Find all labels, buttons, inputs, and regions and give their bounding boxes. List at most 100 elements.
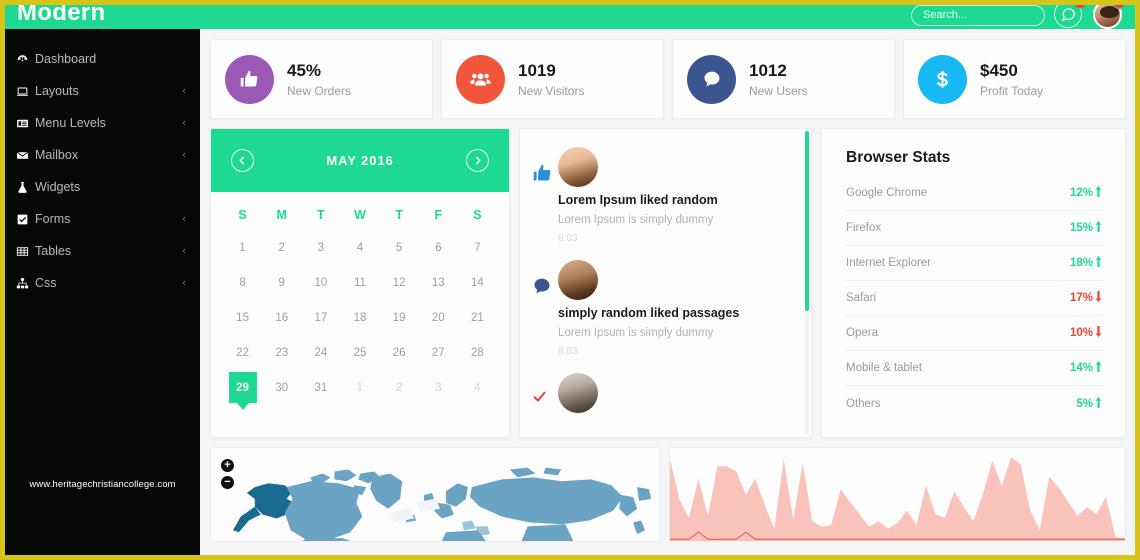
calendar-day[interactable]: 4 (458, 370, 497, 405)
user-menu-button[interactable]: 3 (1093, 5, 1126, 30)
calendar-day[interactable]: 8 (223, 265, 262, 300)
calendar-next-button[interactable] (465, 149, 489, 172)
stat-card-new-visitors[interactable]: 1019 New Visitors (441, 39, 664, 119)
sidebar-item-css[interactable]: Css ‹ (5, 267, 200, 299)
calendar-day[interactable]: 27 (419, 335, 458, 370)
sidebar-item-layouts[interactable]: Layouts ‹ (5, 75, 200, 107)
feed-item-body: Lorem Ipsum liked random Lorem Ipsum is s… (558, 147, 797, 244)
feed-scrollbar[interactable] (805, 131, 809, 435)
calendar-day[interactable]: 12 (380, 265, 419, 300)
calendar-day[interactable]: 2 (380, 370, 419, 405)
calendar-day-today[interactable]: 29 (223, 370, 262, 405)
top-header-bar: Modern 4 3 (5, 5, 1135, 29)
browser-stat-value: 17% (1070, 291, 1103, 305)
calendar-day[interactable]: 3 (301, 230, 340, 265)
stat-card-label: New Users (749, 83, 808, 98)
map-region[interactable] (445, 483, 468, 507)
browser-stat-value: 12% (1070, 186, 1103, 200)
calendar-day[interactable]: 20 (419, 300, 458, 335)
calendar-title: MAY 2016 (326, 153, 394, 168)
calendar-day[interactable]: 19 (380, 300, 419, 335)
map-region[interactable] (232, 506, 261, 533)
calendar-day[interactable]: 6 (419, 230, 458, 265)
sidebar-item-forms[interactable]: Forms ‹ (5, 203, 200, 235)
sidebar-item-label: Menu Levels (35, 116, 106, 130)
feed-scrollbar-thumb[interactable] (805, 131, 809, 311)
map-region[interactable] (633, 520, 646, 535)
feed-item[interactable]: Lorem Ipsum liked random Lorem Ipsum is s… (532, 147, 797, 244)
map-zoom-out-button[interactable]: − (221, 476, 234, 489)
table-icon (16, 245, 35, 258)
calendar-day[interactable]: 1 (340, 370, 379, 405)
map-region[interactable] (370, 473, 403, 509)
calendar-day[interactable]: 1 (223, 230, 262, 265)
sidebar-item-menu-levels[interactable]: Menu Levels ‹ (5, 107, 200, 139)
list-icon (16, 117, 35, 130)
stat-card-label: New Visitors (518, 83, 585, 98)
calendar-today-marker: 29 (228, 372, 257, 403)
calendar-day[interactable]: 24 (301, 335, 340, 370)
calendar-dow-row: SMTWTFS (223, 200, 497, 230)
map-region[interactable] (334, 469, 357, 482)
search-input[interactable] (911, 5, 1045, 26)
map-region[interactable] (284, 481, 363, 541)
calendar-day[interactable]: 11 (340, 265, 379, 300)
avatar (558, 147, 598, 187)
calendar-day[interactable]: 7 (458, 230, 497, 265)
calendar-day[interactable]: 28 (458, 335, 497, 370)
calendar-day[interactable]: 25 (340, 335, 379, 370)
feed-item-title: simply random liked passages (558, 305, 740, 320)
calendar-day[interactable]: 21 (458, 300, 497, 335)
stat-card-new-orders[interactable]: 45% New Orders (210, 39, 433, 119)
sidebar-item-dashboard[interactable]: Dashboard (5, 43, 200, 75)
calendar-prev-button[interactable] (231, 149, 254, 172)
map-region[interactable] (461, 520, 476, 531)
calendar-day[interactable]: 2 (262, 230, 301, 265)
calendar-day[interactable]: 4 (340, 230, 379, 265)
browser-stat-percent: 15% (1069, 222, 1093, 234)
calendar-dow: W (354, 208, 366, 222)
world-map-widget[interactable]: + − (210, 447, 660, 542)
arrow-down-icon (1094, 326, 1103, 340)
calendar-day[interactable]: 14 (458, 265, 497, 300)
calendar-day[interactable]: 9 (262, 265, 301, 300)
calendar-day[interactable]: 17 (301, 300, 340, 335)
app-logo[interactable]: Modern (5, 5, 200, 25)
messages-button[interactable]: 4 (1054, 5, 1087, 30)
calendar-day[interactable]: 13 (419, 265, 458, 300)
map-region[interactable] (469, 477, 624, 525)
map-region[interactable] (637, 487, 652, 501)
calendar-day[interactable]: 26 (380, 335, 419, 370)
chevron-left-icon: ‹ (182, 213, 186, 225)
stat-card-profit-today[interactable]: $450 Profit Today (903, 39, 1126, 119)
calendar-day[interactable]: 22 (223, 335, 262, 370)
calendar-day[interactable]: 5 (380, 230, 419, 265)
calendar-day[interactable]: 10 (301, 265, 340, 300)
calendar-day[interactable]: 3 (419, 370, 458, 405)
feed-item[interactable]: simply random liked passages Lorem Ipsum … (532, 259, 797, 357)
calendar-day[interactable]: 16 (262, 300, 301, 335)
map-region[interactable] (543, 467, 562, 476)
calendar-day[interactable]: 18 (340, 300, 379, 335)
sidebar-item-widgets[interactable]: Widgets (5, 171, 200, 203)
browser-stat-value: 5% (1076, 396, 1103, 411)
map-region[interactable] (619, 494, 638, 517)
calendar-day[interactable]: 31 (301, 370, 340, 405)
sidebar-item-mailbox[interactable]: Mailbox ‹ (5, 139, 200, 171)
stat-card-new-users[interactable]: 1012 New Users (672, 39, 895, 119)
map-region[interactable] (310, 473, 331, 484)
browser-stat-name: Mobile & tablet (846, 362, 923, 374)
calendar-day[interactable]: 30 (262, 370, 301, 405)
sidebar-item-tables[interactable]: Tables ‹ (5, 235, 200, 267)
map-region[interactable] (509, 467, 536, 478)
arrow-up-icon (1094, 396, 1103, 411)
map-zoom-in-button[interactable]: + (221, 459, 234, 472)
map-region[interactable] (521, 524, 574, 541)
feed-item-subtitle: Lorem Ipsum is simply dummy (558, 326, 714, 339)
feed-item[interactable] (532, 372, 797, 420)
calendar-day[interactable]: 15 (223, 300, 262, 335)
sidebar-item-label: Css (35, 276, 57, 290)
browser-stat-value: 10% (1070, 326, 1103, 340)
map-region[interactable] (302, 538, 351, 541)
calendar-day[interactable]: 23 (262, 335, 301, 370)
